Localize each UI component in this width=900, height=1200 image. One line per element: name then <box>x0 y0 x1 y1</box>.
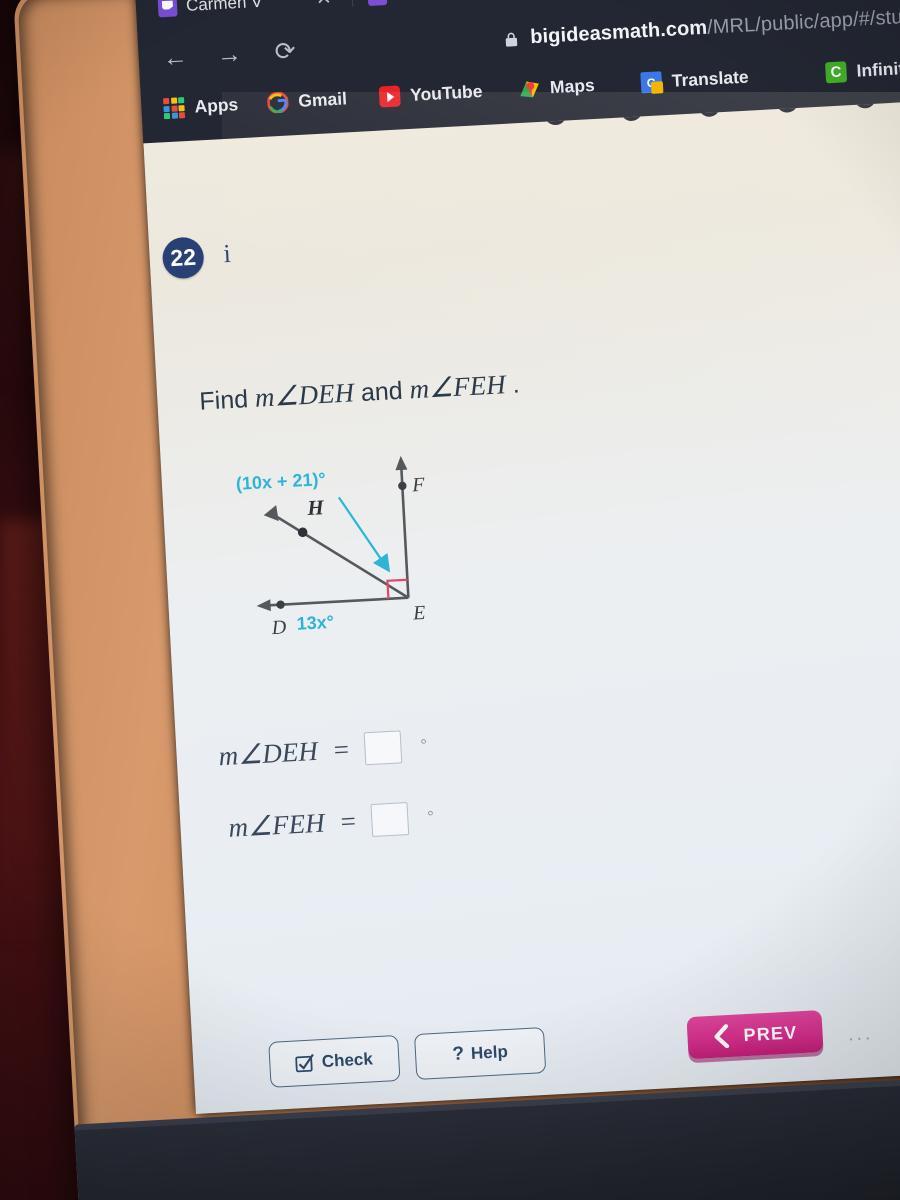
point-f <box>398 481 407 491</box>
check-label: Check <box>321 1049 374 1072</box>
tab-divider-1 <box>351 0 354 7</box>
ray-arrow-f <box>395 455 408 471</box>
angle-label-deh: 13x° <box>296 612 334 634</box>
point-d <box>276 600 285 609</box>
question-mark-icon: ? <box>451 1043 465 1065</box>
ray-arrow-d <box>256 599 271 612</box>
tab-clever[interactable]: C Clever | P <box>559 0 663 3</box>
lock-icon <box>505 32 518 47</box>
prompt-angle-1: m∠DEH <box>254 377 355 413</box>
gmail-icon <box>266 91 289 114</box>
chevron-left-icon <box>714 1024 730 1049</box>
checkbox-icon <box>295 1053 315 1072</box>
infinite-campus-icon: C <box>825 61 848 84</box>
bookmark-youtube[interactable]: YouTube <box>378 80 483 108</box>
degree-symbol: ° <box>420 736 428 754</box>
tab-carmen-v[interactable]: Carmen V <box>157 0 263 24</box>
answer-row-feh: m∠FEH = ° <box>228 801 435 845</box>
tab-title: Carmen V <box>185 0 263 15</box>
url-host: bigideasmath.com <box>529 16 708 49</box>
maps-icon <box>520 81 539 98</box>
geometry-figure: (10x + 21)° 13x° F H E D <box>235 455 426 639</box>
bookmark-label: Apps <box>193 94 239 117</box>
answer-label: m∠FEH <box>227 807 326 843</box>
point-label-e: E <box>412 602 426 625</box>
prompt-prefix: Find <box>198 384 256 416</box>
url-path: /MRL/public/app/#/student/ass <box>706 2 900 39</box>
forward-icon[interactable]: → <box>216 40 242 69</box>
prev-label: PREV <box>743 1021 798 1045</box>
twitch-icon <box>157 0 178 17</box>
twitch-icon <box>367 0 388 6</box>
prev-button[interactable]: PREV <box>686 1009 824 1060</box>
bookmark-label: Infinite <box>855 57 900 81</box>
bookmark-label: Gmail <box>297 88 348 111</box>
equals-sign: = <box>339 805 357 837</box>
angle-label-feh: (10x + 21)° <box>235 469 326 494</box>
laptop-screen: Carmen V ✕ Twitch ✕ C Clever | P <box>134 0 900 1114</box>
equals-sign: = <box>332 734 350 765</box>
back-icon[interactable]: ← <box>162 43 188 72</box>
address-bar[interactable]: bigideasmath.com/MRL/public/app/#/studen… <box>530 2 900 49</box>
bookmark-infinite[interactable]: C Infinite <box>825 58 900 84</box>
point-label-f: F <box>411 474 426 497</box>
bookmark-maps[interactable]: Maps <box>518 75 595 100</box>
tab-close-icon-1[interactable]: ✕ <box>315 0 332 11</box>
bookmark-label: YouTube <box>409 80 483 105</box>
answer-input-feh[interactable] <box>370 802 410 837</box>
youtube-icon <box>378 85 401 108</box>
help-label: Help <box>470 1042 509 1063</box>
answer-row-deh: m∠DEH = ° <box>218 729 428 773</box>
bookmark-gmail[interactable]: Gmail <box>266 88 348 114</box>
question-number-badge: 22 <box>161 236 205 280</box>
answer-input-deh[interactable] <box>364 730 403 766</box>
bookmark-translate[interactable]: G Translate <box>640 67 749 94</box>
bookmark-label: Translate <box>671 66 750 91</box>
ray-arrow-h <box>263 505 279 522</box>
tab-title: Twitch <box>395 0 444 5</box>
question-prompt: Find m∠DEH and m∠FEH . <box>199 368 521 416</box>
laptop: Carmen V ✕ Twitch ✕ C Clever | P <box>0 0 900 1200</box>
help-button[interactable]: ? Help <box>413 1027 547 1080</box>
prompt-and: and <box>353 376 411 408</box>
bookmark-label: Maps <box>549 74 596 98</box>
check-button[interactable]: Check <box>268 1034 401 1088</box>
info-icon[interactable]: i <box>223 239 232 269</box>
prompt-suffix: . <box>504 370 521 400</box>
assignment-page: 22 i Find m∠DEH and m∠FEH . (10x + 21)° … <box>143 93 900 1114</box>
angle-callout-arrow <box>337 496 391 573</box>
prompt-angle-2: m∠FEH <box>408 369 507 405</box>
bookmark-apps[interactable]: Apps <box>163 94 239 120</box>
overflow-menu-icon[interactable]: ··· <box>847 1027 873 1050</box>
translate-icon: G <box>640 71 663 94</box>
photograph-of-laptop: Carmen V ✕ Twitch ✕ C Clever | P <box>0 0 900 1200</box>
apps-grid-icon <box>163 97 186 120</box>
answer-label: m∠DEH <box>217 735 319 772</box>
degree-symbol: ° <box>427 808 435 825</box>
point-label-d: D <box>270 616 287 639</box>
tab-twitch[interactable]: Twitch <box>367 0 445 13</box>
point-label-h: H <box>306 495 325 520</box>
reload-icon[interactable]: ⟳ <box>274 37 296 66</box>
